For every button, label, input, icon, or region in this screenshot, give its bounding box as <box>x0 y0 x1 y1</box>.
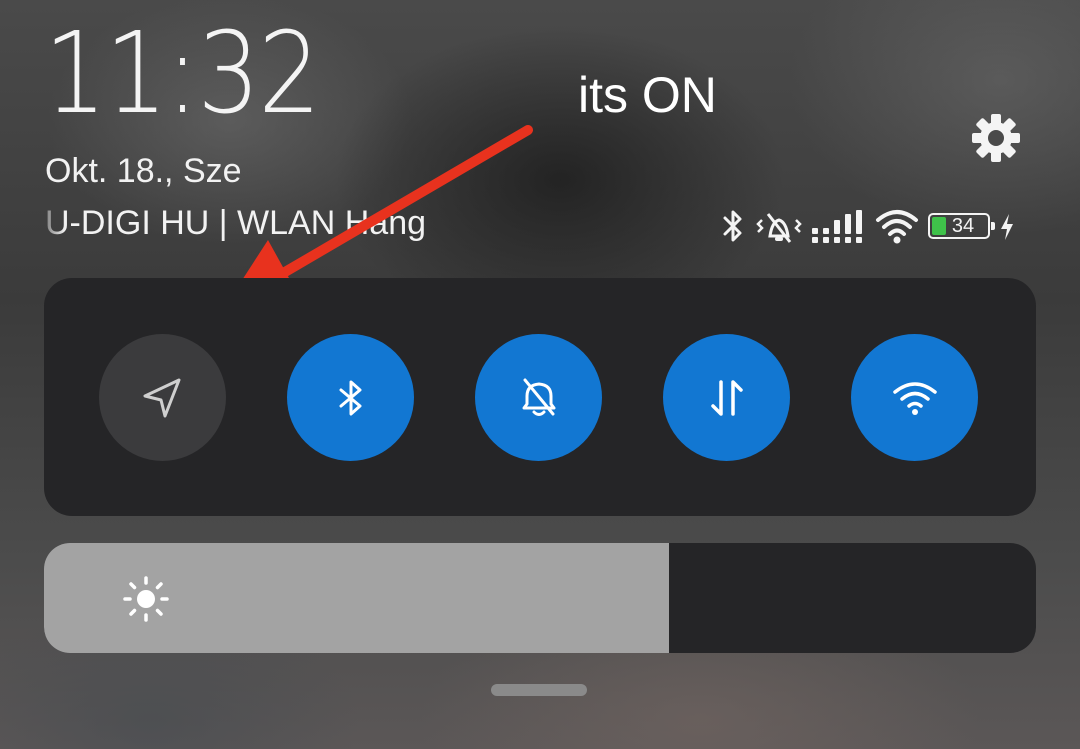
battery-icon: 34 <box>928 213 995 239</box>
bluetooth-icon <box>718 206 748 246</box>
bluetooth-toggle[interactable] <box>287 334 414 461</box>
wifi-icon <box>892 381 937 415</box>
bluetooth-icon <box>339 380 361 415</box>
gear-icon[interactable] <box>970 112 1022 164</box>
data-arrows-icon <box>710 379 743 416</box>
mobile-data-toggle[interactable] <box>663 334 790 461</box>
carrier-label: U-DIGI HU | WLAN Hang <box>45 204 427 242</box>
location-toggle[interactable] <box>99 334 226 461</box>
annotation-text: its ON <box>578 67 717 123</box>
signal-icon <box>810 206 866 246</box>
date-label: Okt. 18., Sze <box>45 152 242 190</box>
clock-time: 11:32 <box>44 9 321 139</box>
sun-icon <box>123 576 169 622</box>
battery-level: 34 <box>951 215 975 237</box>
panel-drag-handle[interactable] <box>491 684 587 696</box>
wifi-toggle[interactable] <box>851 334 978 461</box>
bell-off-icon <box>522 378 555 416</box>
quick-toggles-panel <box>44 278 1036 516</box>
charging-icon <box>998 206 1016 246</box>
brightness-slider[interactable] <box>44 543 1036 653</box>
location-arrow-icon <box>143 378 180 417</box>
wifi-icon <box>874 206 920 246</box>
silent-toggle[interactable] <box>475 334 602 461</box>
status-bar-icons: 34 <box>718 204 1016 248</box>
vibrate-silent-icon <box>756 206 802 246</box>
